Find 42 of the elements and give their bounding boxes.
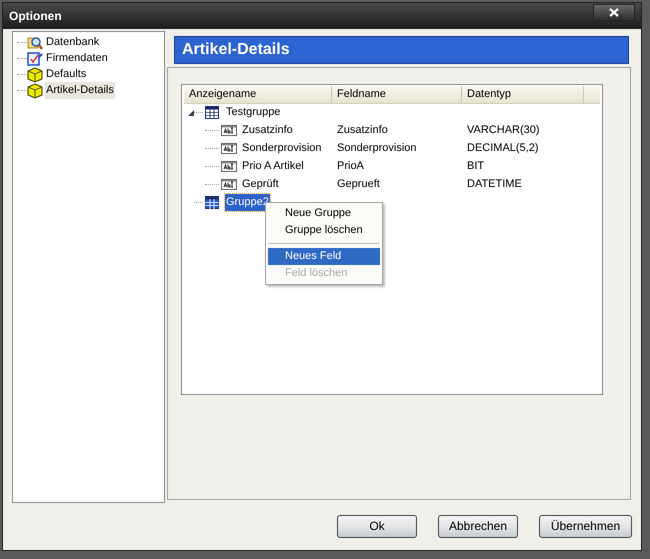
table-cell-text: Zusatzinfo — [242, 123, 293, 138]
text-field-icon — [221, 125, 237, 136]
table-cell-text: Sonderprovision — [336, 141, 418, 156]
text-field-icon — [221, 161, 237, 172]
column-header[interactable]: Anzeigename — [184, 86, 332, 103]
close-icon — [609, 8, 619, 18]
table-cell-text: DECIMAL(5,2) — [466, 141, 540, 156]
sidebar-item[interactable]: Defaults — [45, 66, 88, 83]
form-check-icon — [27, 50, 43, 67]
dialog-button[interactable]: Ok — [337, 514, 417, 538]
sidebar-item[interactable]: Artikel-Details — [45, 82, 115, 99]
table-cell-text: VARCHAR(30) — [466, 123, 541, 138]
menu-item[interactable]: Neues Feld — [268, 248, 380, 265]
text-field-icon — [221, 143, 237, 154]
section-title: Artikel-Details — [182, 40, 290, 60]
menu-item[interactable]: Neue Gruppe — [268, 204, 380, 222]
table-icon — [205, 196, 219, 210]
dialog-button[interactable]: Übernehmen — [539, 514, 632, 538]
collapse-icon[interactable] — [188, 110, 194, 116]
sidebar-item[interactable]: Firmendaten — [45, 50, 109, 67]
cube-icon — [27, 82, 43, 99]
table-cell-text: DATETIME — [466, 177, 523, 192]
group-label[interactable]: Gruppe2 — [225, 194, 270, 211]
window-title: Optionen — [9, 8, 62, 25]
table-cell-text: Geprueft — [336, 177, 381, 192]
table-cell-text: Sonderprovision — [242, 141, 322, 156]
table-icon — [205, 106, 219, 120]
table-cell-text: Zusatzinfo — [336, 123, 389, 138]
group-label[interactable]: Testgruppe — [225, 104, 282, 121]
cube-icon — [27, 66, 43, 83]
table-cell-text: BIT — [466, 159, 486, 174]
table-cell-text: PrioA — [336, 159, 365, 174]
close-button[interactable] — [593, 4, 635, 22]
column-header[interactable]: Datentyp — [462, 86, 584, 103]
text-field-icon — [221, 179, 237, 190]
table-cell-text: Prio A Artikel — [242, 159, 304, 174]
column-header[interactable]: Feldname — [332, 86, 462, 103]
table-cell-text: Geprüft — [242, 177, 279, 192]
menu-item[interactable]: Gruppe löschen — [268, 222, 380, 239]
dialog-button[interactable]: Abbrechen — [438, 514, 518, 538]
magnifier-folder-icon — [27, 34, 43, 51]
sidebar-item[interactable]: Datenbank — [45, 34, 100, 51]
